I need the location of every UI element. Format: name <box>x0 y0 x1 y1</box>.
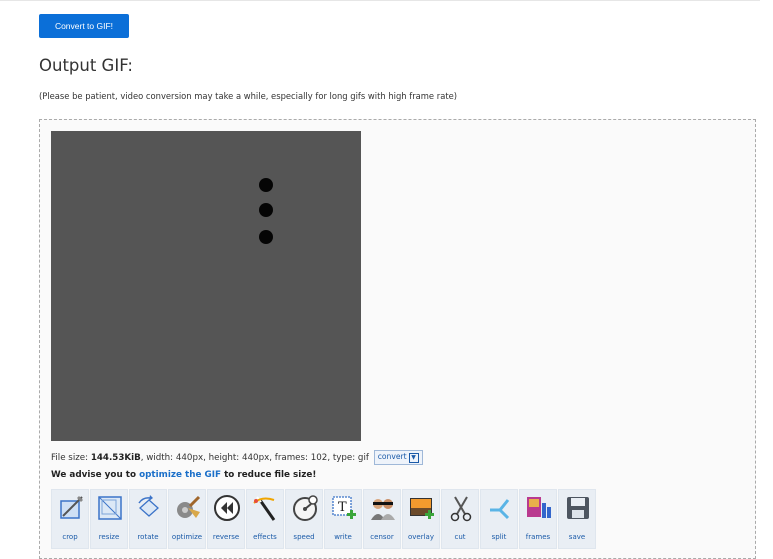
tool-label: save <box>568 533 586 541</box>
tool-effects[interactable]: effects <box>246 489 284 549</box>
tool-label: overlay <box>408 533 434 541</box>
convert-format-label: convert <box>377 452 407 461</box>
crop-icon <box>60 496 83 519</box>
tool-speed[interactable]: speed <box>285 489 323 549</box>
split-icon <box>490 499 510 520</box>
resize-icon <box>98 496 122 520</box>
loading-dot-3 <box>259 230 273 244</box>
save-icon <box>567 497 589 519</box>
tool-split[interactable]: split <box>480 489 518 549</box>
file-info: File size: 144.53KiB, width: 440px, heig… <box>51 450 423 465</box>
convert-format-button[interactable]: convert ▼ <box>373 450 423 465</box>
reverse-icon <box>214 495 240 521</box>
tool-save[interactable]: save <box>558 489 596 549</box>
tool-label: frames <box>525 533 551 541</box>
file-size-label: File size: <box>51 453 91 463</box>
tool-label: effects <box>253 533 277 541</box>
tool-cut[interactable]: cut <box>441 489 479 549</box>
tool-label: split <box>491 533 507 541</box>
tool-crop[interactable]: crop <box>51 489 89 549</box>
convert-to-gif-button[interactable]: Convert to GIF! <box>39 14 129 38</box>
optimize-advice: We advise you to optimize the GIF to red… <box>51 470 316 480</box>
tool-label: censor <box>370 533 394 541</box>
tool-reverse[interactable]: reverse <box>207 489 245 549</box>
tool-rotate[interactable]: rotate <box>129 489 167 549</box>
speed-icon <box>293 495 318 521</box>
tool-label: write <box>334 533 352 541</box>
tool-label: optimize <box>171 533 203 541</box>
top-divider <box>0 0 760 1</box>
svg-text:T: T <box>338 500 347 515</box>
loading-dot-1 <box>259 178 273 192</box>
effects-icon <box>253 496 276 521</box>
tool-label: cut <box>454 533 466 541</box>
censor-icon <box>371 499 395 520</box>
tool-optimize[interactable]: optimize <box>168 489 206 549</box>
optimize-icon <box>177 495 201 518</box>
tool-write[interactable]: T write <box>324 489 362 549</box>
tool-overlay[interactable]: overlay <box>402 489 440 549</box>
advice-suffix: to reduce file size! <box>221 470 317 480</box>
edit-toolbar: crop resize rotate optimize reverse effe… <box>51 489 597 549</box>
patience-note: (Please be patient, video conversion may… <box>39 91 458 101</box>
dropdown-arrow-icon: ▼ <box>408 453 419 463</box>
write-icon: T <box>332 496 356 519</box>
optimize-gif-link[interactable]: optimize the GIF <box>139 470 221 480</box>
rotate-icon <box>138 495 159 517</box>
output-heading: Output GIF: <box>39 56 133 75</box>
tool-label: resize <box>98 533 120 541</box>
file-size-value: 144.53KiB <box>90 453 141 463</box>
overlay-icon <box>410 498 434 519</box>
tool-label: crop <box>62 533 78 541</box>
tool-label: speed <box>293 533 315 541</box>
loading-dot-2 <box>259 203 273 217</box>
tool-frames[interactable]: frames <box>519 489 557 549</box>
frames-icon <box>527 497 551 518</box>
tool-censor[interactable]: censor <box>363 489 401 549</box>
tool-label: rotate <box>137 533 159 541</box>
file-dimensions: , width: 440px, height: 440px, frames: 1… <box>140 453 369 463</box>
tool-label: reverse <box>212 533 240 541</box>
advice-prefix: We advise you to <box>51 470 140 480</box>
cut-icon <box>450 496 472 522</box>
tool-resize[interactable]: resize <box>90 489 128 549</box>
gif-preview[interactable] <box>51 131 361 441</box>
